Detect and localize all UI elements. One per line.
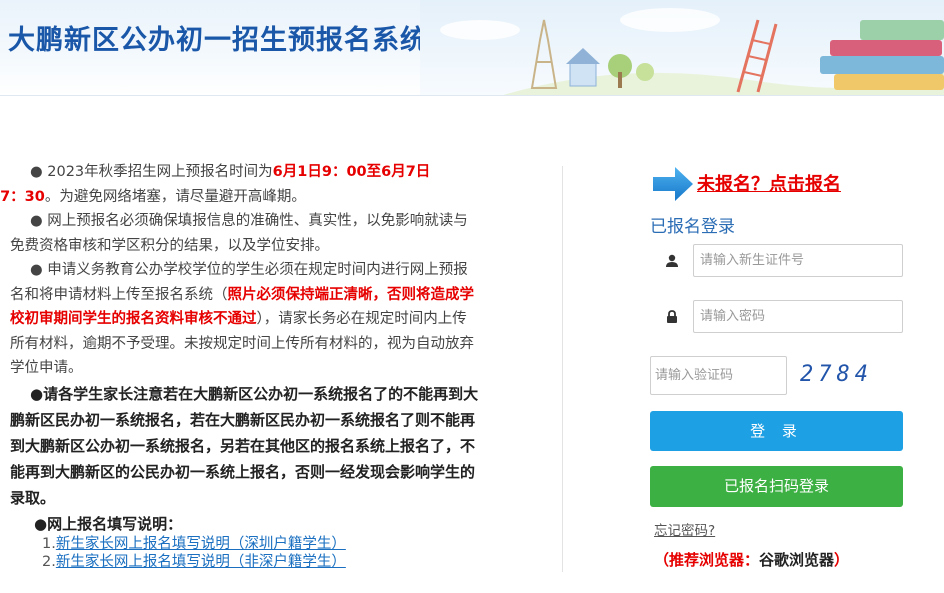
login-heading: 已报名登录 [650,217,735,237]
notice-time-highlight-end: 17：30 [0,188,45,205]
login-button[interactable]: 登 录 [650,411,903,451]
guide-item: 2.新生家长网上报名填写说明（非深户籍学生） [42,553,480,571]
notice-materials: ● 申请义务教育公办学校学位的学生必须在规定时间内进行网上预报名和将申请材料上传… [10,258,480,381]
scan-login-button[interactable]: 已报名扫码登录 [650,466,903,507]
arrow-right-icon [653,167,693,201]
browser-tip-value: 谷歌浏览器 [759,551,835,569]
guide-item-number: 1. [42,535,56,552]
captcha-input[interactable] [650,356,787,395]
banner-illustration [420,0,944,95]
notice-time: ● 2023年秋季招生网上预报名时间为6月1日9：00至6月7日 17：30。为… [0,160,480,209]
id-field-row [650,244,903,277]
notice-time-highlight: 6月1日9：00至6月7日 [272,164,431,180]
header-banner: 大鹏新区公办初一招生预报名系统 [0,0,944,96]
notice-time-text: ● 2023年秋季招生网上预报名时间为 [30,164,273,180]
user-icon [650,244,693,277]
notice-time-suffix: 。为避免网络堵塞，请尽量避开高峰期。 [44,188,306,205]
captcha-image[interactable]: 2784 [800,362,880,392]
guide-item-number: 2. [42,553,56,570]
password-field-row [650,300,903,333]
guide-title: ●网上报名填写说明： [34,514,183,533]
browser-tip-close: ） [834,551,850,569]
guide-item: 1.新生家长网上报名填写说明（深圳户籍学生） [42,535,480,553]
lock-icon [650,300,693,333]
password-input[interactable] [693,300,903,333]
forgot-password-link[interactable]: 忘记密码? [654,519,715,539]
notice-panel: ● 2023年秋季招生网上预报名时间为6月1日9：00至6月7日 17：30。为… [0,160,480,571]
notice-system-rule: ●请各学生家长注意若在大鹏新区公办初一系统报名了的不能再到大鹏新区民办初一系统报… [10,384,479,507]
guide-list: 1.新生家长网上报名填写说明（深圳户籍学生） 2.新生家长网上报名填写说明（非深… [10,535,480,571]
register-link[interactable]: 未报名？点击报名 [697,170,841,196]
guide-link-non-shenzhen[interactable]: 新生家长网上报名填写说明（非深户籍学生） [56,554,346,570]
id-number-input[interactable] [693,244,903,277]
column-divider [562,166,563,572]
guide-link-shenzhen[interactable]: 新生家长网上报名填写说明（深圳户籍学生） [56,536,346,552]
browser-recommendation: （推荐浏览器：谷歌浏览器） [654,549,849,570]
browser-tip-label: 推荐浏览器： [669,551,760,569]
page-title: 大鹏新区公办初一招生预报名系统 [8,25,428,56]
browser-tip-open: （ [654,551,670,569]
notice-accuracy: ● 网上预报名必须确保填报信息的准确性、真实性，以免影响就读与免费资格审核和学区… [10,213,468,254]
